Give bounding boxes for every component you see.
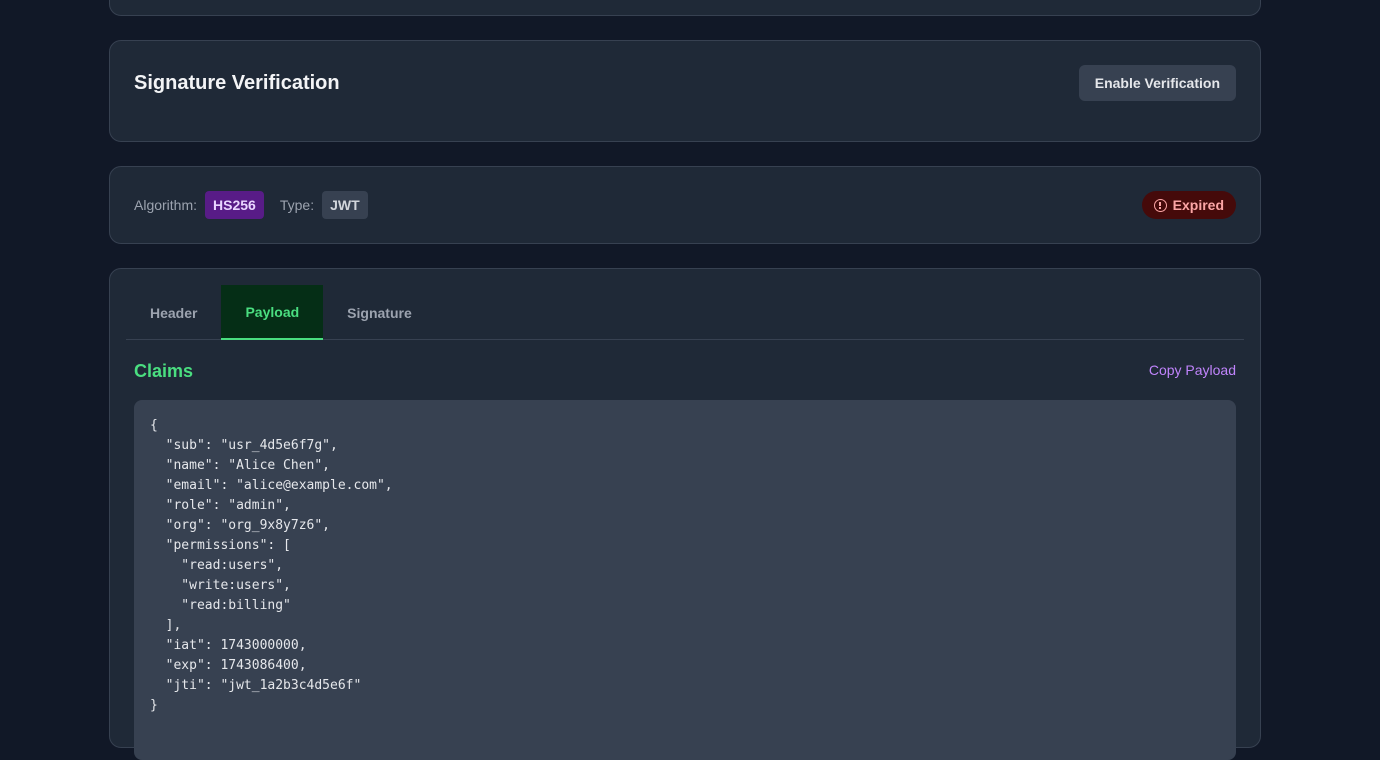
alert-circle-icon <box>1153 198 1167 212</box>
tab-signature[interactable]: Signature <box>323 285 436 340</box>
status-badge: Expired <box>1141 191 1236 219</box>
algorithm-label: Algorithm: <box>134 197 198 213</box>
token-details-card: Header Payload Signature Claims Copy Pay… <box>109 268 1261 760</box>
payload-json: { "sub": "usr_4d5e6f7g", "name": "Alice … <box>150 418 393 713</box>
tab-bar: Header Payload Signature <box>126 285 1244 340</box>
copy-payload-button[interactable]: Copy Payload <box>1149 362 1236 378</box>
signature-verification-title: Signature Verification <box>134 72 340 94</box>
token-meta-row: Algorithm: HS256 Type: JWT <box>134 191 368 219</box>
signature-verification-card: Signature Verification Enable Verificati… <box>109 40 1261 142</box>
tab-header[interactable]: Header <box>126 285 221 340</box>
algorithm-badge: HS256 <box>205 191 264 219</box>
type-badge: JWT <box>322 191 368 219</box>
enable-verification-button[interactable]: Enable Verification <box>1078 65 1236 101</box>
token-meta-card: Algorithm: HS256 Type: JWT Expired <box>109 166 1261 244</box>
status-text: Expired <box>1172 197 1224 213</box>
claims-title: Claims <box>134 361 194 381</box>
tab-payload[interactable]: Payload <box>221 285 324 340</box>
payload-code-block: { "sub": "usr_4d5e6f7g", "name": "Alice … <box>134 400 1236 760</box>
previous-section-card <box>109 0 1261 16</box>
type-label: Type: <box>279 197 315 213</box>
